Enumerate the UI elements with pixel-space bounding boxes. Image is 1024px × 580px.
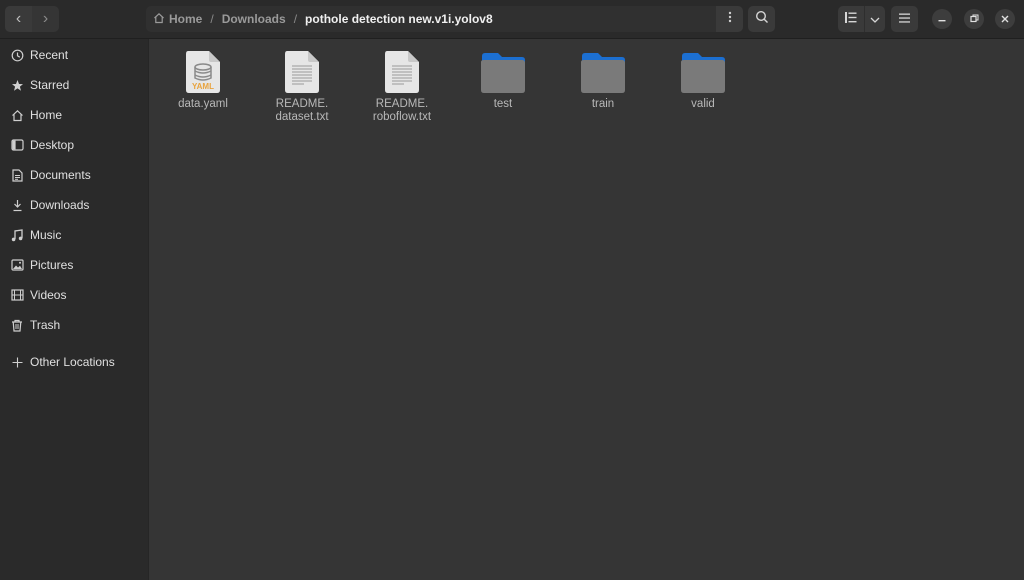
navigation-buttons: ‹ › (5, 6, 59, 32)
sidebar-item-home[interactable]: Home (0, 101, 148, 129)
sidebar-item-label: Home (30, 108, 63, 122)
sidebar-item-label: Music (30, 228, 62, 242)
file-name: valid (691, 98, 715, 110)
minimize-button[interactable] (932, 9, 952, 29)
file-item-data-yaml[interactable]: YAML data.yaml (158, 46, 248, 111)
close-icon (1001, 10, 1009, 28)
plus-icon (10, 355, 24, 369)
breadcrumb-downloads[interactable]: Downloads (222, 12, 286, 26)
video-icon (10, 288, 24, 302)
folder-icon (681, 53, 725, 93)
restore-button[interactable] (964, 9, 984, 29)
file-name: data.yaml (178, 98, 228, 110)
picture-icon (10, 258, 24, 272)
forward-button[interactable]: › (32, 6, 59, 32)
folder-item-valid[interactable]: valid (658, 46, 748, 111)
back-button[interactable]: ‹ (5, 6, 32, 32)
sidebar-item-label: Videos (30, 288, 67, 302)
text-file-icon (285, 51, 319, 93)
sidebar-item-label: Downloads (30, 198, 90, 212)
vertical-dots-icon (728, 10, 732, 28)
breadcrumb-separator: / (210, 12, 214, 26)
music-icon (10, 228, 24, 242)
breadcrumb: Home / Downloads / pothole detection new… (146, 6, 743, 32)
home-icon (10, 108, 24, 122)
file-view: YAML data.yaml README. dataset.txt READM… (149, 39, 1024, 580)
sidebar-item-label: Starred (30, 78, 70, 92)
folder-item-test[interactable]: test (458, 46, 548, 111)
sidebar-item-documents[interactable]: Documents (0, 161, 148, 189)
close-button[interactable] (995, 9, 1015, 29)
star-icon (10, 78, 24, 92)
file-name: test (493, 98, 513, 110)
view-mode-group (838, 6, 885, 32)
sidebar-item-recent[interactable]: Recent (0, 41, 148, 69)
breadcrumb-home[interactable]: Home (153, 12, 202, 27)
sidebar-item-other-locations[interactable]: Other Locations (0, 348, 148, 376)
breadcrumb-downloads-label: Downloads (221, 12, 286, 26)
sidebar-item-label: Other Locations (30, 355, 115, 369)
minimize-icon (938, 10, 946, 28)
sidebar-item-label: Documents (30, 168, 91, 182)
file-name: train (591, 98, 615, 110)
path-menu-button[interactable] (716, 6, 743, 32)
text-file-icon (385, 51, 419, 93)
hamburger-icon (899, 10, 910, 28)
folder-icon (581, 53, 625, 93)
header-bar: ‹ › Home / Downloads / pothole detection… (0, 0, 1024, 39)
breadcrumb-current-label: pothole detection new.v1i.yolov8 (305, 12, 493, 26)
sidebar-item-label: Desktop (30, 138, 75, 152)
list-view-icon (845, 10, 857, 28)
list-view-button[interactable] (838, 6, 864, 32)
sidebar-item-pictures[interactable]: Pictures (0, 251, 148, 279)
sidebar-item-music[interactable]: Music (0, 221, 148, 249)
file-name: README. dataset.txt (275, 98, 329, 123)
sidebar-item-starred[interactable]: Starred (0, 71, 148, 99)
breadcrumb-separator: / (293, 12, 298, 26)
breadcrumb-home-label: Home (169, 12, 203, 26)
home-icon (153, 12, 165, 27)
search-icon (755, 10, 769, 29)
sidebar-item-label: Pictures (30, 258, 74, 272)
file-item-readme-dataset[interactable]: README. dataset.txt (257, 46, 347, 124)
search-button[interactable] (748, 6, 775, 32)
file-item-readme-roboflow[interactable]: README. roboflow.txt (357, 46, 447, 124)
yaml-file-icon: YAML (186, 51, 220, 93)
restore-icon (969, 10, 979, 28)
sidebar-item-trash[interactable]: Trash (0, 311, 148, 339)
chevron-down-icon (870, 10, 880, 28)
sidebar-item-downloads[interactable]: Downloads (0, 191, 148, 219)
folder-icon (481, 53, 525, 93)
sidebar-item-desktop[interactable]: Desktop (0, 131, 148, 159)
folder-item-train[interactable]: train (558, 46, 648, 111)
breadcrumb-current-folder[interactable]: pothole detection new.v1i.yolov8 (305, 12, 493, 26)
svg-text:YAML: YAML (192, 82, 214, 91)
sidebar-item-label: Recent (30, 48, 69, 62)
sidebar-item-label: Trash (30, 318, 61, 332)
trash-icon (10, 318, 24, 332)
clock-icon (10, 48, 24, 62)
main-menu-button[interactable] (891, 6, 918, 32)
file-name: README. roboflow.txt (372, 98, 432, 123)
document-icon (10, 168, 24, 182)
view-options-dropdown[interactable] (864, 6, 885, 32)
desktop-icon (10, 138, 24, 152)
download-icon (10, 198, 24, 212)
sidebar-item-videos[interactable]: Videos (0, 281, 148, 309)
sidebar: Recent Starred Home Desktop Documents Do… (0, 39, 149, 580)
